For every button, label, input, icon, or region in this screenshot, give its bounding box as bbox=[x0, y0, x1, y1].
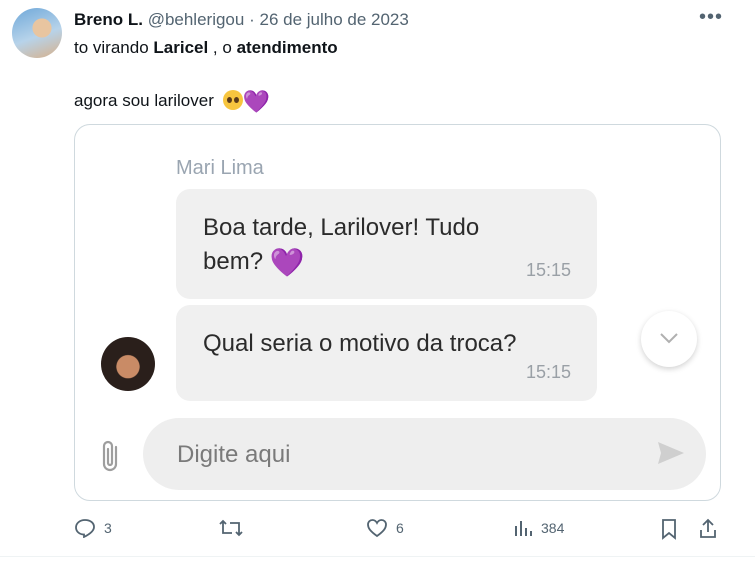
attached-image[interactable]: Mari Lima Boa tarde, Larilover! Tudo bem… bbox=[74, 124, 721, 501]
header-separator: · bbox=[249, 10, 255, 29]
more-options-icon[interactable]: ••• bbox=[699, 6, 723, 29]
tweet: Breno L. @behlerigou · 26 de julho de 20… bbox=[0, 0, 755, 562]
share-icon bbox=[700, 518, 716, 538]
message-text: Boa tarde, Larilover! Tudo bem? bbox=[203, 214, 480, 275]
attach-icon[interactable] bbox=[97, 438, 123, 479]
retweet-icon bbox=[219, 519, 243, 537]
like-button[interactable]: 6 bbox=[366, 518, 404, 538]
views-count: 384 bbox=[541, 520, 565, 536]
chat-sender-name: Mari Lima bbox=[176, 157, 264, 179]
text-bold-laricel: Laricel bbox=[153, 38, 209, 57]
chat-message-time: 15:15 bbox=[525, 362, 571, 382]
scroll-down-button[interactable] bbox=[641, 311, 697, 367]
text-bold-atendimento: atendimento bbox=[236, 38, 338, 57]
heart-icon bbox=[367, 519, 387, 538]
analytics-icon bbox=[515, 521, 532, 536]
views-button[interactable]: 384 bbox=[513, 518, 564, 538]
purple-heart-icon: 💜 bbox=[269, 247, 305, 278]
pleading-face-icon bbox=[222, 90, 243, 110]
message-input[interactable]: Digite aqui bbox=[143, 418, 706, 490]
purple-heart-icon: 💜 bbox=[242, 89, 270, 114]
chat-message-text: Boa tarde, Larilover! Tudo bem? 💜 bbox=[203, 211, 533, 280]
share-button[interactable] bbox=[698, 518, 718, 540]
chevron-down-icon bbox=[660, 333, 678, 344]
chat-message-text: Qual seria o motivo da troca? bbox=[203, 330, 517, 357]
reply-icon bbox=[75, 519, 95, 538]
bookmark-icon bbox=[662, 519, 676, 540]
tweet-text-line1: to virando Laricel , o atendimento bbox=[74, 38, 338, 58]
text-fragment: agora sou larilover bbox=[74, 91, 214, 110]
tweet-header: Breno L. @behlerigou · 26 de julho de 20… bbox=[74, 10, 409, 30]
tweet-text-line2: agora sou larilover 💜 bbox=[74, 89, 270, 115]
text-fragment: to virando bbox=[74, 38, 154, 57]
chat-message-time: 15:15 bbox=[525, 260, 571, 280]
reply-button[interactable]: 3 bbox=[74, 518, 112, 538]
author-avatar[interactable] bbox=[12, 8, 62, 58]
divider bbox=[0, 556, 755, 557]
agent-avatar bbox=[101, 337, 155, 391]
author-handle[interactable]: @behlerigou bbox=[148, 10, 245, 29]
message-input-placeholder: Digite aqui bbox=[177, 441, 291, 468]
text-fragment: , o bbox=[208, 38, 237, 57]
post-date[interactable]: 26 de julho de 2023 bbox=[259, 10, 408, 29]
author-name[interactable]: Breno L. bbox=[74, 10, 143, 29]
send-icon[interactable] bbox=[656, 440, 686, 466]
reply-count: 3 bbox=[104, 520, 112, 536]
chat-message: Qual seria o motivo da troca? 15:15 bbox=[176, 305, 597, 401]
retweet-button[interactable] bbox=[218, 518, 252, 538]
tweet-actions: 3 6 384 bbox=[0, 512, 755, 548]
bookmark-button[interactable] bbox=[660, 518, 678, 540]
chat-message: Boa tarde, Larilover! Tudo bem? 💜 15:15 bbox=[176, 189, 597, 299]
like-count: 6 bbox=[396, 520, 404, 536]
